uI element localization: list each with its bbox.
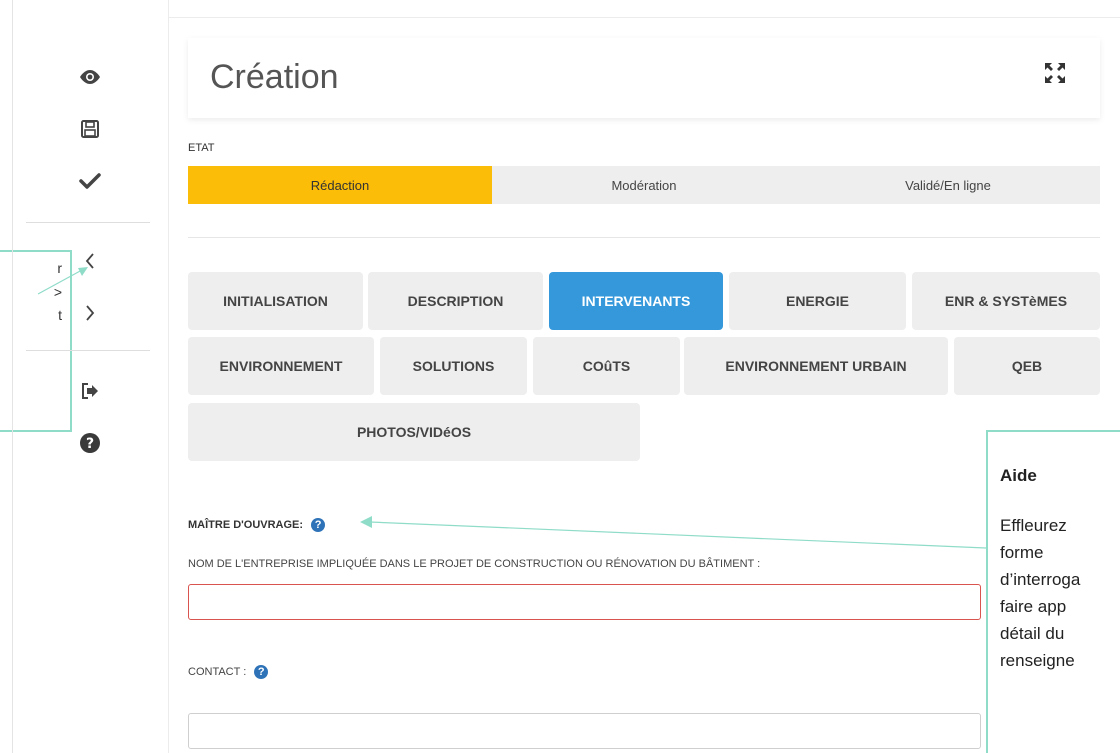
help-line: renseigne [1000,651,1075,670]
annotation-arrows [37,267,987,549]
help-title: Aide [1000,466,1037,485]
help-body: Effleurez forme d’interroga faire app dé… [1000,512,1120,674]
help-line: détail du [1000,624,1065,643]
help-line: forme [1000,543,1044,562]
help-line: faire app [1000,597,1067,616]
help-line: d’interroga [1000,570,1081,589]
help-line: Effleurez [1000,516,1067,535]
help-callout: Aide Effleurez forme d’interroga faire a… [986,430,1120,753]
